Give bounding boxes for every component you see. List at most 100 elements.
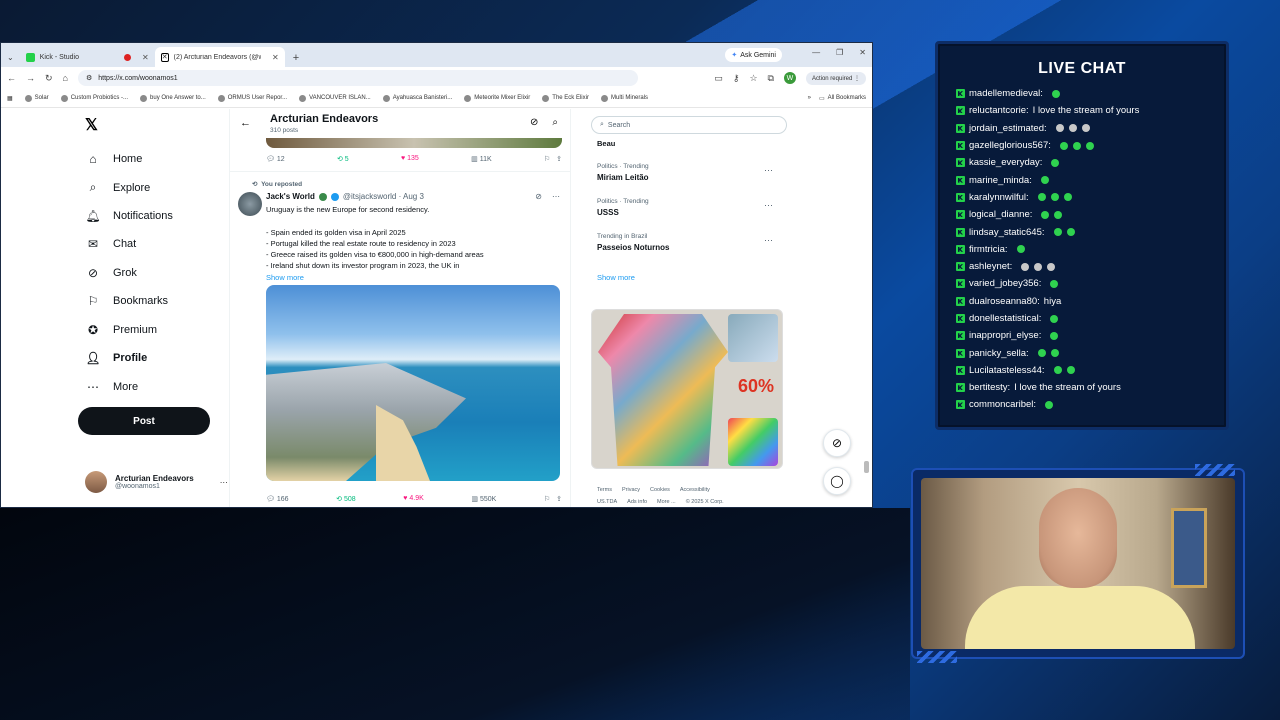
bookmark-icon[interactable]: ⚐ (544, 156, 550, 163)
extensions-icon[interactable]: ⧉ (768, 73, 774, 84)
minimize-icon[interactable]: — (812, 48, 820, 57)
scrollbar[interactable] (864, 111, 869, 505)
bookmark-item[interactable]: Multi Minerals (600, 94, 648, 102)
nav-item-home[interactable]: ⌂ Home (85, 152, 142, 166)
repost-button[interactable]: ⟲ 508 (336, 495, 356, 503)
more-icon[interactable]: ⋯ (764, 165, 773, 176)
chat-username[interactable]: dualroseanna80: (969, 296, 1040, 307)
nav-item-explore[interactable]: ⌕ Explore (85, 180, 151, 195)
maximize-icon[interactable]: ❐ (836, 48, 843, 57)
apps-grid-icon[interactable]: ▦ (7, 95, 13, 102)
reload-icon[interactable]: ↻ (45, 73, 53, 84)
tab-x-profile[interactable]: ✕ (2) Arcturian Endeavors (@woo... ✕ (154, 47, 285, 67)
footer-link[interactable]: Cookies (650, 487, 670, 493)
chat-username[interactable]: kassie_everyday: (969, 157, 1042, 168)
bookmark-icon[interactable]: ⚐ (544, 496, 550, 503)
chat-username[interactable]: jordain_estimated: (969, 123, 1047, 134)
footer-link[interactable]: US.TDA (597, 499, 617, 505)
author-handle-date[interactable]: @itsjacksworld · Aug 3 (343, 192, 424, 201)
url-field[interactable]: ⚙ https://x.com/woonamos1 (77, 70, 638, 86)
bookmark-item[interactable]: ORMUS User Repor... (217, 94, 287, 102)
nav-item-grok[interactable]: ⊘ Grok (85, 266, 137, 280)
messages-float-button[interactable]: ◯ (823, 467, 851, 495)
ask-gemini-button[interactable]: ✦ Ask Gemini (725, 48, 782, 62)
chat-username[interactable]: commoncaribel: (969, 399, 1036, 410)
back-arrow-icon[interactable]: ← (240, 117, 251, 129)
bookmark-item[interactable]: Ayahuasca Banisteri... (382, 94, 452, 102)
footer-link[interactable]: More ... (657, 499, 676, 505)
forward-icon[interactable]: → (26, 73, 35, 83)
nav-item-notifications[interactable]: 🔔︎ Notifications (85, 209, 173, 223)
chat-username[interactable]: logical_dianne: (969, 209, 1032, 220)
chevron-double-right-icon[interactable]: » (808, 95, 811, 102)
share-icon[interactable]: ⇪ (556, 496, 562, 503)
chat-username[interactable]: bertitesty: (969, 382, 1010, 393)
account-switcher[interactable]: Arcturian Endeavors @woonamos1 ⋯ (85, 471, 228, 493)
chat-username[interactable]: marine_minda: (969, 175, 1032, 186)
chat-username[interactable]: Lucilatasteless44: (969, 365, 1045, 376)
nav-item-bookmarks[interactable]: ⚐ Bookmarks (85, 294, 168, 308)
ad-image[interactable]: 60% (591, 309, 783, 469)
like-button[interactable]: ♥ 135 (401, 155, 419, 163)
show-more-link[interactable]: Show more (597, 273, 635, 282)
reply-button[interactable]: 💬︎ 12 (266, 155, 285, 163)
back-icon[interactable]: ← (7, 73, 16, 83)
like-button[interactable]: ♥ 4.9K (403, 495, 424, 503)
bookmark-item[interactable]: VANCOUVER ISLAN... (299, 94, 371, 102)
tab-list-icon[interactable]: ⌄ (1, 53, 20, 67)
chat-username[interactable]: madellemedieval: (969, 88, 1043, 99)
show-more-link[interactable]: Show more (266, 273, 304, 282)
all-bookmarks-button[interactable]: ▭ All Bookmarks (819, 95, 866, 102)
profile-avatar[interactable]: W (783, 72, 796, 84)
chat-username[interactable]: karalynnwilful: (969, 192, 1029, 203)
footer-link[interactable]: Ads info (627, 499, 647, 505)
more-icon[interactable]: ⋯ (764, 200, 773, 211)
bookmark-item[interactable]: The Eck Elixir (542, 94, 589, 102)
bookmark-star-icon[interactable]: ☆ (749, 73, 757, 84)
bookmark-item[interactable]: Meteorite Mixer Elixir (464, 94, 530, 102)
grok-icon[interactable]: ⊘ (530, 117, 538, 128)
nav-item-chat[interactable]: ✉ Chat (85, 237, 136, 251)
nav-item-profile[interactable]: 👤︎ Profile (85, 351, 147, 365)
chat-username[interactable]: firmtricia: (969, 244, 1008, 255)
trend-item[interactable]: Politics · Trending USSS ⋯ (597, 198, 773, 217)
chat-username[interactable]: inappropri_elyse: (969, 330, 1041, 341)
cast-icon[interactable]: ▭ (714, 73, 723, 84)
chat-username[interactable]: panicky_sella: (969, 348, 1029, 359)
close-tab-icon[interactable]: ✕ (142, 53, 149, 62)
home-icon[interactable]: ⌂ (63, 73, 68, 83)
search-input[interactable]: ⌕ Search (591, 116, 787, 134)
more-icon[interactable]: ⋯ (552, 192, 560, 201)
bookmark-item[interactable]: buy One Answer to... (140, 94, 206, 102)
new-tab-button[interactable]: + (285, 52, 307, 67)
chat-username[interactable]: reluctantcorie: (969, 105, 1029, 116)
post-button[interactable]: Post (78, 407, 210, 435)
account-more-icon[interactable]: ⋯ (220, 478, 228, 487)
close-window-icon[interactable]: ✕ (859, 48, 866, 57)
tab-kick-studio[interactable]: Kick - Studio ✕ (20, 47, 155, 67)
chat-username[interactable]: gazelleglorious567: (969, 140, 1051, 151)
site-info-icon[interactable]: ⚙ (86, 74, 92, 82)
nav-item-premium[interactable]: ✪ Premium (85, 323, 157, 337)
footer-link[interactable]: Terms (597, 487, 612, 493)
share-icon[interactable]: ⇪ (556, 156, 562, 163)
reply-button[interactable]: 💬︎ 166 (266, 495, 289, 503)
trend-item[interactable]: Politics · Trending Miriam Leitão ⋯ (597, 163, 773, 182)
bookmark-item[interactable]: Solar (24, 94, 49, 102)
footer-link[interactable]: Accessibility (680, 487, 710, 493)
chat-username[interactable]: donellestatistical: (969, 313, 1041, 324)
close-tab-icon[interactable]: ✕ (272, 53, 279, 62)
search-icon[interactable]: ⌕ (552, 117, 558, 128)
more-icon[interactable]: ⋯ (764, 235, 773, 246)
grok-icon[interactable]: ⊘ (535, 192, 542, 201)
chat-username[interactable]: lindsay_static645: (969, 227, 1045, 238)
chat-username[interactable]: varied_jobey356: (969, 278, 1041, 289)
tweet-image[interactable] (266, 285, 560, 481)
action-required-button[interactable]: Action required ⋮ (805, 71, 866, 85)
views-button[interactable]: ▥ 550K (471, 495, 496, 503)
trend-item[interactable]: Trending in Brazil Passeios Noturnos ⋯ (597, 233, 773, 252)
bookmark-item[interactable]: Custom Probiotics -... (60, 94, 128, 102)
scrollbar-thumb[interactable] (864, 461, 869, 473)
password-key-icon[interactable]: ⚷ (733, 73, 740, 84)
avatar[interactable] (238, 192, 262, 216)
